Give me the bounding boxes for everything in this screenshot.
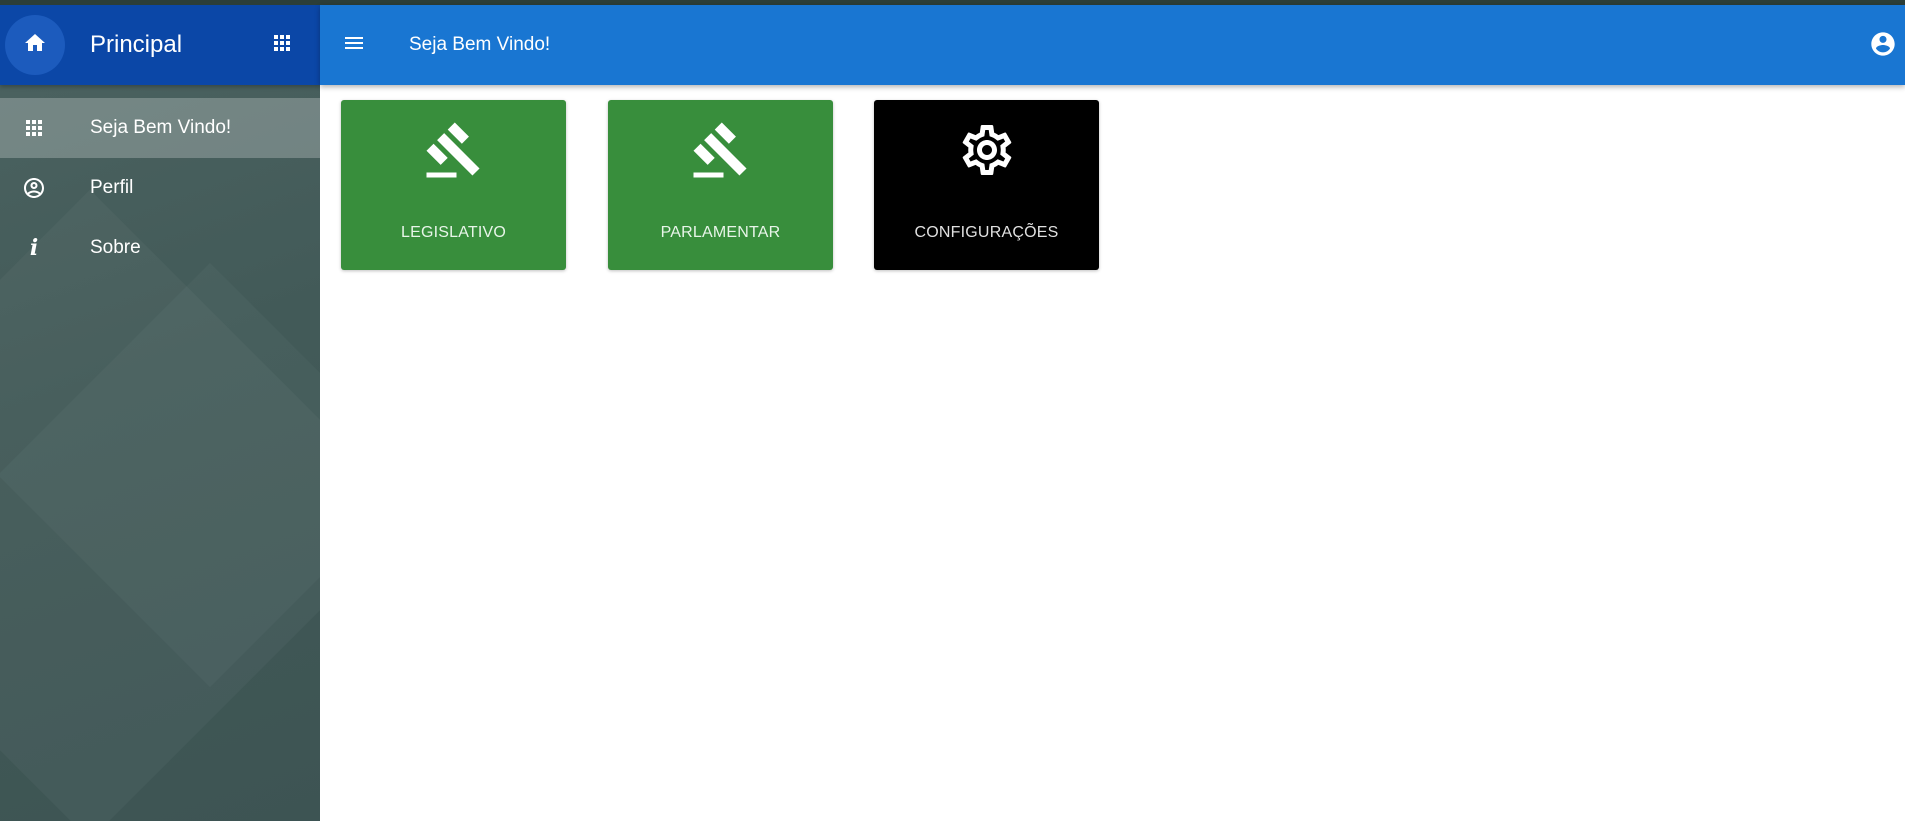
tile-label: PARLAMENTAR [660,224,781,241]
sidebar-item-welcome[interactable]: Seja Bem Vindo! [0,98,320,158]
top-app-bar: Seja Bem Vindo! [320,5,1905,85]
sidebar-item-label: Seja Bem Vindo! [90,117,232,138]
sidebar-item-label: Perfil [90,177,134,198]
tile-parlamentar[interactable]: PARLAMENTAR [608,100,833,270]
gavel-icon [608,120,833,180]
tile-label: LEGISLATIVO [400,224,507,241]
menu-button[interactable] [342,33,366,57]
sidebar-header: Principal [0,5,320,85]
apps-grid-icon [270,31,294,60]
sidebar-item-profile[interactable]: Perfil [0,158,320,218]
account-button[interactable] [1869,30,1897,63]
sidebar-nav: Seja Bem Vindo! Perfil i Sobre [0,98,320,278]
gavel-icon [341,120,566,180]
account-circle-icon [1869,30,1897,63]
apps-button[interactable] [270,33,294,57]
tile-configuracoes[interactable]: CONFIGURAÇÕES [874,100,1099,270]
home-button[interactable] [5,15,65,75]
sidebar-item-about[interactable]: i Sobre [0,218,320,278]
page-title: Seja Bem Vindo! [409,34,551,55]
tile-legislativo[interactable]: LEGISLATIVO [341,100,566,270]
apps-grid-icon [22,116,46,140]
tile-label: CONFIGURAÇÕES [914,224,1059,241]
sidebar-item-label: Sobre [90,237,141,258]
sidebar-title: Principal [90,31,183,58]
sidebar: Principal Seja Bem Vindo! Perfil i Sobre [0,5,320,821]
info-icon: i [29,235,39,261]
home-icon [23,31,47,60]
menu-icon [342,31,366,60]
account-circle-icon [22,176,46,200]
gear-icon [874,120,1099,180]
